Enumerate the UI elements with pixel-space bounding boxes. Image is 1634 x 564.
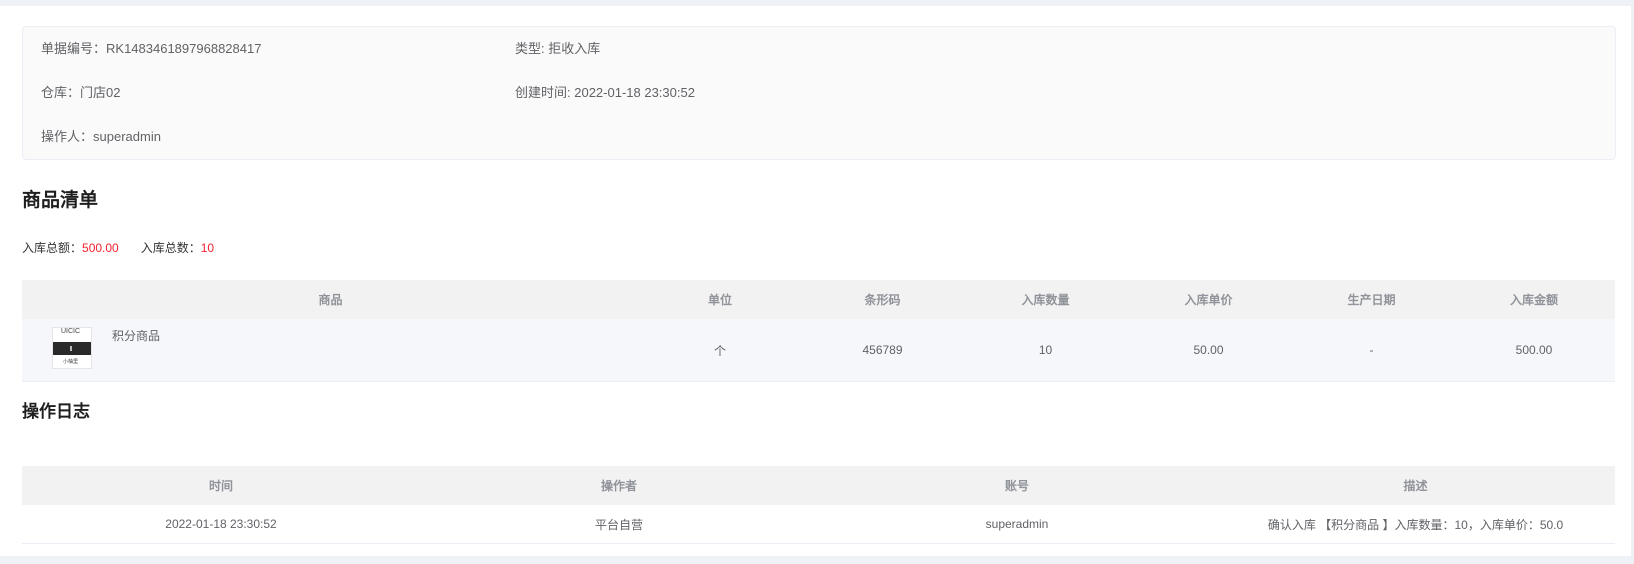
qty-cell: 10	[964, 319, 1127, 382]
order-type-value: 拒收入库	[548, 41, 601, 56]
page-container: 单据编号：RK1483461897968828417 类型: 拒收入库 仓库：门…	[0, 6, 1631, 556]
col-header-account: 账号	[818, 466, 1216, 505]
col-header-description: 描述	[1216, 466, 1615, 505]
col-header-unit: 单位	[639, 280, 801, 319]
total-amount-label: 入库总额：	[22, 241, 83, 255]
amount-cell: 500.00	[1453, 319, 1615, 382]
created-time-label: 创建时间:	[515, 85, 575, 100]
order-number-field: 单据编号：RK1483461897968828417	[41, 41, 261, 57]
total-amount-value: 500.00	[82, 241, 119, 255]
col-header-time: 时间	[22, 466, 420, 505]
log-time-cell: 2022-01-18 23:30:52	[22, 505, 420, 544]
warehouse-value: 门店02	[80, 85, 121, 100]
product-name: 积分商品	[112, 329, 161, 343]
thumbnail-top-text: UICIC	[61, 328, 81, 335]
col-header-amount: 入库金额	[1453, 280, 1615, 319]
table-row: UICIC 小柚里 积分商品 个 456789 10 50.00 - 500.0…	[22, 319, 1615, 382]
goods-table: 商品 单位 条形码 入库数量 入库单价 生产日期 入库金额 UICIC 小柚里 …	[22, 280, 1615, 382]
goods-table-header-row: 商品 单位 条形码 入库数量 入库单价 生产日期 入库金额	[22, 280, 1615, 319]
log-operator-cell: 平台自营	[420, 505, 818, 544]
col-header-product: 商品	[22, 280, 639, 319]
goods-summary: 入库总额：500.00 入库总数：10	[22, 239, 214, 256]
operator-field: 操作人：superadmin	[41, 129, 161, 145]
order-number-value: RK1483461897968828417	[106, 41, 262, 56]
order-info-panel: 单据编号：RK1483461897968828417 类型: 拒收入库 仓库：门…	[22, 26, 1616, 160]
col-header-qty: 入库数量	[964, 280, 1127, 319]
operator-label: 操作人：	[41, 129, 94, 144]
thumbnail-band	[53, 342, 91, 355]
table-row: 2022-01-18 23:30:52 平台自营 superadmin 确认入库…	[22, 505, 1615, 544]
unit-price-cell: 50.00	[1127, 319, 1290, 382]
created-time-value: 2022-01-18 23:30:52	[574, 85, 695, 100]
production-date-cell: -	[1290, 319, 1453, 382]
product-cell: UICIC 小柚里 积分商品	[22, 319, 639, 382]
operation-log-title: 操作日志	[22, 402, 90, 421]
log-account-cell: superadmin	[818, 505, 1216, 544]
barcode-cell: 456789	[801, 319, 964, 382]
thumbnail-bottom-text: 小柚里	[63, 359, 79, 365]
total-qty-label: 入库总数：	[140, 241, 201, 255]
order-type-label: 类型:	[515, 41, 549, 56]
col-header-unit-price: 入库单价	[1127, 280, 1290, 319]
warehouse-field: 仓库：门店02	[41, 85, 120, 101]
log-table-header-row: 时间 操作者 账号 描述	[22, 466, 1615, 505]
goods-list-title: 商品清单	[22, 190, 99, 211]
product-thumbnail[interactable]: UICIC 小柚里	[52, 327, 92, 369]
col-header-operator: 操作者	[420, 466, 818, 505]
operation-log-table: 时间 操作者 账号 描述 2022-01-18 23:30:52 平台自营 su…	[22, 466, 1615, 544]
log-description-cell: 确认入库 【积分商品 】入库数量：10，入库单价：50.0	[1216, 505, 1615, 544]
order-type-field: 类型: 拒收入库	[515, 41, 600, 57]
col-header-barcode: 条形码	[801, 280, 964, 319]
total-qty-value: 10	[200, 241, 215, 255]
created-time-field: 创建时间: 2022-01-18 23:30:52	[515, 85, 695, 101]
order-number-label: 单据编号：	[41, 41, 107, 56]
warehouse-label: 仓库：	[41, 85, 81, 100]
col-header-production-date: 生产日期	[1290, 280, 1453, 319]
operator-value: superadmin	[93, 129, 161, 144]
unit-cell: 个	[639, 319, 801, 382]
